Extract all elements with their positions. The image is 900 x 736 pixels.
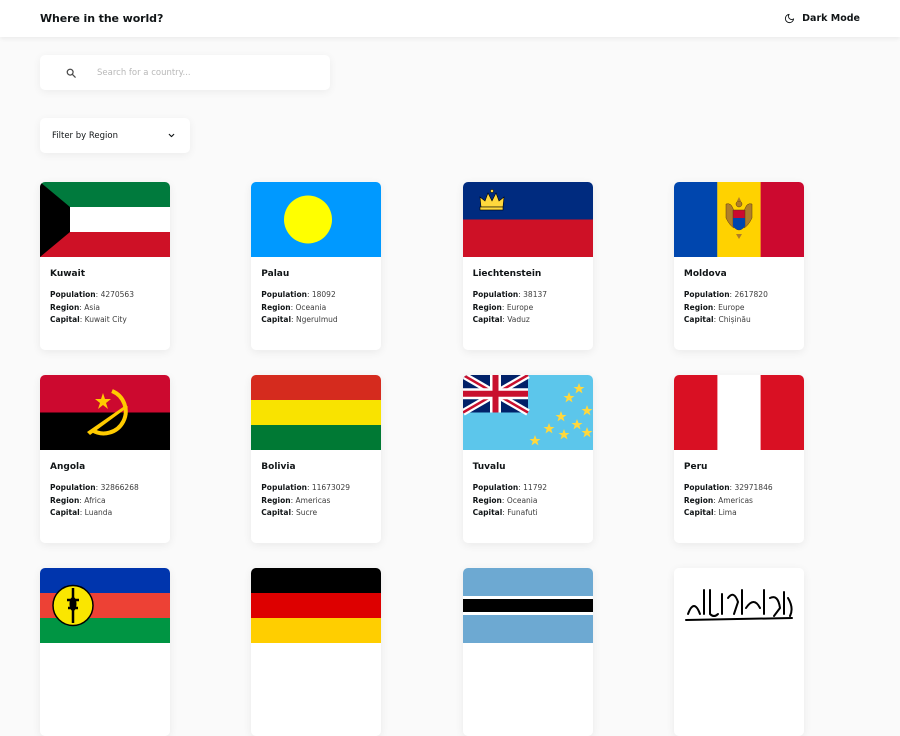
country-name: Liechtenstein (472, 269, 542, 279)
search-input[interactable] (97, 67, 297, 78)
peru-flag (673, 375, 804, 450)
app-header: Where in the world? Dark Mode (0, 0, 900, 37)
country-name: Angola (50, 462, 86, 472)
country-name: Peru (683, 462, 708, 472)
country-card[interactable] (673, 568, 804, 736)
tuvalu-flag (462, 375, 593, 450)
country-card[interactable]: Tuvalu Population: 11792 Region: Oceania… (462, 375, 593, 543)
country-card[interactable]: Kuwait Population: 4270563 Region: Asia … (40, 182, 170, 350)
population-row: Population: 11673029 (261, 483, 351, 492)
region-row: Region: Europe (683, 302, 745, 312)
country-name: Moldova (683, 269, 727, 279)
population-row: Population: 11792 (472, 483, 548, 492)
capital-row: Capital: Ngerulmud (261, 315, 338, 324)
region-row: Region: Europe (472, 302, 534, 312)
population-row: Population: 2617820 (683, 290, 768, 299)
germany-flag (251, 568, 382, 643)
app-title[interactable]: Where in the world? (40, 12, 163, 25)
new-caledonia-flag (40, 568, 170, 643)
population-row: Population: 32971846 (683, 483, 773, 492)
region-filter-label: Filter by Region (52, 130, 118, 141)
country-card[interactable] (40, 568, 170, 736)
moon-icon (785, 13, 795, 24)
country-card[interactable]: Moldova Population: 2617820 Region: Euro… (673, 182, 804, 350)
region-row: Region: Oceania (261, 302, 327, 312)
population-row: Population: 38137 (472, 290, 548, 299)
capital-row: Capital: Funafuti (472, 508, 538, 517)
country-card[interactable] (462, 568, 593, 736)
population-row: Population: 18092 (261, 290, 336, 299)
population-row: Population: 32866268 (50, 483, 139, 492)
capital-row: Capital: Sucre (261, 508, 318, 517)
country-card[interactable]: Palau Population: 18092 Region: Oceania … (251, 182, 382, 350)
chevron-down-icon (168, 133, 175, 138)
dark-mode-label: Dark Mode (802, 13, 860, 24)
region-row: Region: Oceania (472, 495, 538, 505)
capital-row: Capital: Vaduz (472, 315, 530, 324)
country-card[interactable]: Peru Population: 32971846 Region: Americ… (673, 375, 804, 543)
country-card[interactable]: Angola Population: 32866268 Region: Afri… (40, 375, 170, 543)
afghanistan-flag (673, 568, 804, 643)
country-card[interactable]: Bolivia Population: 11673029 Region: Ame… (251, 375, 382, 543)
capital-row: Capital: Lima (683, 508, 737, 517)
capital-row: Capital: Chișinău (683, 315, 751, 324)
population-row: Population: 4270563 (50, 290, 134, 299)
region-row: Region: Americas (683, 495, 753, 505)
country-name: Kuwait (50, 269, 85, 279)
liechtenstein-flag (462, 182, 593, 257)
region-filter-dropdown[interactable]: Filter by Region (40, 118, 190, 153)
moldova-flag (673, 182, 804, 257)
country-card[interactable]: Liechtenstein Population: 38137 Region: … (462, 182, 593, 350)
country-name: Bolivia (261, 462, 296, 472)
dark-mode-toggle[interactable]: Dark Mode (784, 13, 860, 24)
palau-flag (251, 182, 382, 257)
angola-flag (40, 375, 170, 450)
capital-row: Capital: Kuwait City (50, 315, 127, 324)
botswana-flag (462, 568, 593, 643)
kuwait-flag (40, 182, 170, 257)
country-card[interactable] (251, 568, 382, 736)
union-jack-icon (462, 375, 530, 416)
search-icon (66, 68, 76, 78)
region-row: Region: Americas (261, 495, 331, 505)
capital-row: Capital: Luanda (50, 508, 113, 517)
region-row: Region: Asia (50, 302, 100, 312)
country-name: Tuvalu (472, 462, 506, 472)
search-box[interactable] (40, 55, 330, 90)
bolivia-flag (251, 375, 382, 450)
region-row: Region: Africa (50, 495, 106, 505)
country-name: Palau (261, 269, 290, 279)
country-grid: Kuwait Population: 4270563 Region: Asia … (40, 182, 804, 736)
